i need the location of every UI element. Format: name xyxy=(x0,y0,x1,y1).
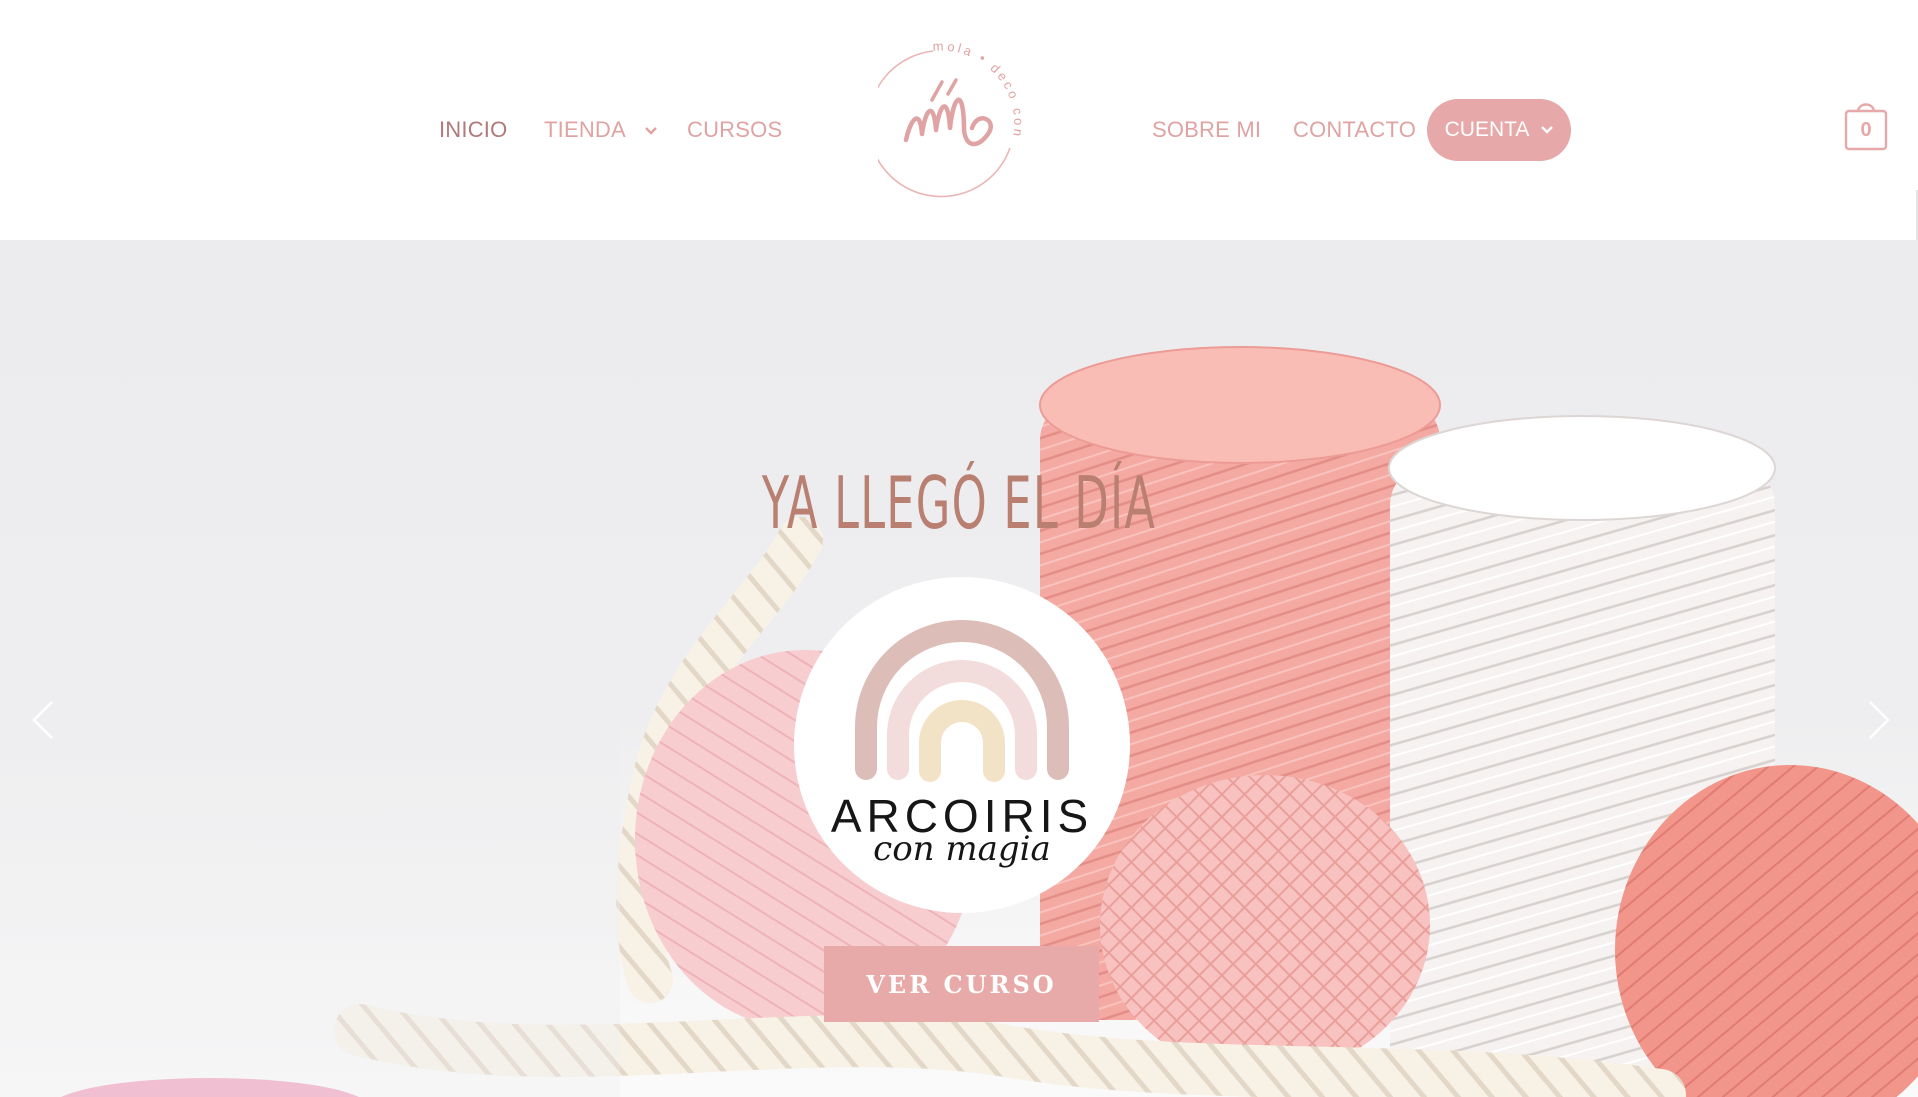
chevron-down-icon xyxy=(1541,126,1554,134)
course-badge: ARCOIRIS con magia xyxy=(794,577,1130,913)
view-course-button[interactable]: VER CURSO xyxy=(824,946,1099,1022)
cart-button[interactable]: 0 xyxy=(1844,98,1888,152)
site-logo[interactable]: mola • deco con amor xyxy=(867,18,1048,200)
nav-contacto[interactable]: CONTACTO xyxy=(1293,114,1416,146)
chevron-right-icon[interactable] xyxy=(1866,698,1892,742)
site-header: INICIO TIENDA CURSOS mola • deco con amo… xyxy=(0,0,1918,240)
nav-inicio[interactable]: INICIO xyxy=(439,114,507,146)
hero-headline: YA LLEGÓ EL DÍA xyxy=(761,461,1157,545)
badge-script: con magia xyxy=(873,829,1051,869)
nav-tienda[interactable]: TIENDA xyxy=(544,114,657,146)
account-label: CUENTA xyxy=(1444,118,1530,141)
nav-sobre-mi[interactable]: SOBRE MI xyxy=(1152,114,1261,146)
account-menu-button[interactable]: CUENTA xyxy=(1427,99,1571,161)
chevron-down-icon xyxy=(645,127,657,135)
logo-mark: mola • deco con amor xyxy=(867,18,1023,198)
cart-count: 0 xyxy=(1860,119,1872,141)
nav-tienda-label: TIENDA xyxy=(544,117,625,142)
chevron-left-icon[interactable] xyxy=(30,698,56,742)
nav-cursos[interactable]: CURSOS xyxy=(687,114,782,146)
hero-slider: YA LLEGÓ EL DÍA ARCOIRIS con magia VER C… xyxy=(0,240,1918,1097)
